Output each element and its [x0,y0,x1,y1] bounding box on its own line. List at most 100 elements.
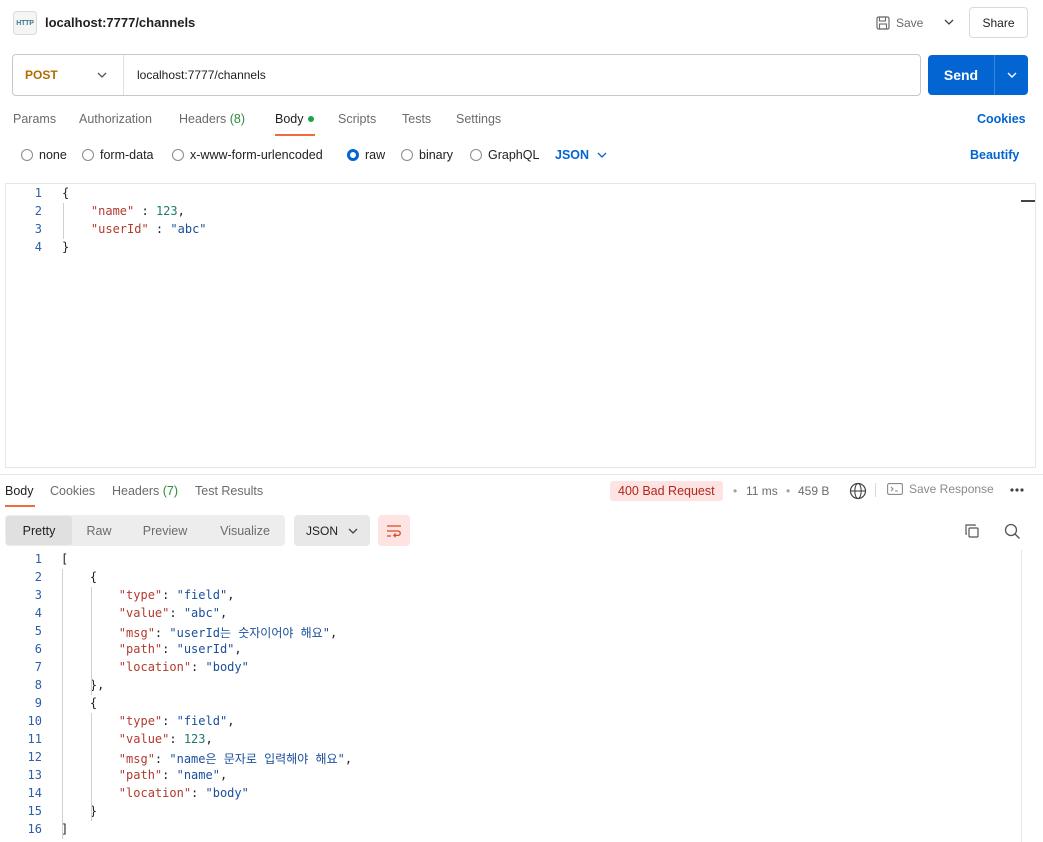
save-label: Save [896,16,924,30]
code-token: , [227,714,235,728]
body-format-label: JSON [555,148,590,162]
view-raw[interactable]: Raw [77,515,121,546]
cookies-link[interactable]: Cookies [977,112,1026,126]
globe-icon[interactable] [849,482,867,503]
line-number: 7 [34,660,42,674]
wrap-lines-icon [387,524,401,538]
search-icon[interactable] [1002,521,1022,541]
url-input[interactable]: localhost:7777/channels [137,55,266,95]
line-number: 13 [27,768,42,782]
response-size[interactable]: 459 B [798,484,829,498]
code-token: { [61,696,98,710]
url-bar: POST localhost:7777/channels [12,54,921,96]
radio-checked-icon [347,149,359,161]
line-number: 11 [27,732,42,746]
response-tab-test-results[interactable]: Test Results [195,484,263,498]
save-response-button[interactable]: Save Response [887,482,994,496]
method-select[interactable]: POST [13,55,124,95]
body-type-none[interactable]: none [21,148,67,162]
body-format-select[interactable]: JSON [555,148,607,162]
response-body-viewer[interactable]: 1 [2 {3 "type": "field", 4 "value": "abc",… [0,550,1022,842]
tab-params[interactable]: Params [13,112,56,126]
body-type-urlencoded[interactable]: x-www-form-urlencoded [172,148,323,162]
tab-tests[interactable]: Tests [402,112,431,126]
response-tab-headers[interactable]: Headers (7) [112,484,178,498]
line-number: 1 [34,186,42,200]
code-token: "userId" [176,642,235,656]
body-type-binary[interactable]: binary [401,148,453,162]
wrap-lines-button[interactable] [378,515,410,546]
body-modified-dot-icon [307,115,314,122]
code-token: : [162,714,177,728]
indent-guide [63,203,64,239]
tab-authorization[interactable]: Authorization [79,112,152,126]
save-button[interactable]: Save [876,11,923,35]
tab-body-label: Body [275,112,304,126]
send-options-chevron-icon[interactable] [995,72,1028,78]
chevron-down-icon [97,72,107,78]
code-token: "body" [205,660,249,674]
code-token: "type" [118,714,163,728]
code-token: "path" [118,642,163,656]
code-token: , [177,204,185,218]
line-number: 2 [34,570,42,584]
code-line: "path": "name", [61,768,227,782]
code-line: "location": "body" [61,786,249,800]
code-token: , [219,606,228,620]
code-line: "path": "userId", [61,642,242,656]
code-token: , [219,768,228,782]
response-tab-cookies[interactable]: Cookies [50,484,95,498]
code-token: "abc" [183,606,220,620]
code-line: "value": 123, [61,732,213,746]
beautify-button[interactable]: Beautify [970,148,1019,162]
tab-scripts[interactable]: Scripts [338,112,376,126]
body-type-raw[interactable]: raw [347,148,385,162]
editor-scrollbar[interactable] [1021,200,1035,202]
tab-settings[interactable]: Settings [456,112,501,126]
send-label: Send [943,67,979,83]
response-tab-body[interactable]: Body [5,484,34,498]
code-line: "value": "abc", [61,606,227,620]
body-type-form-data[interactable]: form-data [82,148,154,162]
code-token: : [191,786,206,800]
code-token: : [169,732,184,746]
tab-body[interactable]: Body [275,112,314,126]
more-options-icon[interactable] [1009,482,1025,501]
tab-headers[interactable]: Headers (8) [179,112,245,126]
request-title[interactable]: localhost:7777/channels [45,15,195,30]
response-divider[interactable] [0,474,1043,475]
code-line: { [61,696,97,710]
body-type-graphql[interactable]: GraphQL [470,148,539,162]
send-button[interactable]: Send [928,55,1028,95]
code-line: "name" : 123, [62,204,185,218]
response-tab-headers-count: (7) [162,484,179,498]
code-token: , [344,752,353,766]
request-body-editor[interactable]: 1 {2 "name" : 123, 3 "userId" : "abc" 4} [5,183,1036,468]
radio-icon [82,149,94,161]
copy-icon[interactable] [962,521,982,541]
share-button[interactable]: Share [969,7,1028,38]
response-time[interactable]: 11 ms [746,484,778,498]
status-badge[interactable]: 400 Bad Request [610,481,723,501]
line-number: 16 [27,822,42,836]
code-line: "userId" : "abc" [62,222,207,236]
view-preview[interactable]: Preview [135,515,195,546]
code-line: "location": "body" [61,660,249,674]
code-token: , [227,588,235,602]
save-response-icon [887,483,903,495]
chevron-down-icon [597,152,607,158]
save-options-chevron-icon[interactable] [940,12,958,32]
chevron-down-icon [348,528,358,534]
response-format-select[interactable]: JSON [294,515,370,546]
code-line: [ [61,552,68,566]
code-token: "value" [118,606,170,620]
view-pretty[interactable]: Pretty [6,516,72,545]
view-visualize[interactable]: Visualize [212,515,278,546]
line-number: 8 [34,678,42,692]
